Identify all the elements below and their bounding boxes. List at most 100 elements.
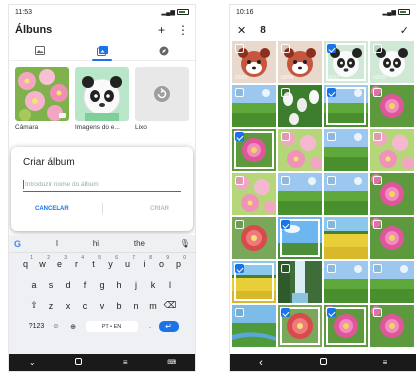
enter-key[interactable]: ↵ bbox=[158, 321, 179, 332]
key-f[interactable]: f bbox=[77, 280, 94, 290]
key-a[interactable]: a bbox=[26, 280, 43, 290]
key-z[interactable]: z bbox=[43, 301, 60, 311]
checkbox-icon[interactable] bbox=[327, 264, 336, 273]
more-options-button[interactable]: ⋮ bbox=[177, 23, 189, 37]
checkbox-icon[interactable] bbox=[327, 220, 336, 229]
checkbox-icon[interactable] bbox=[373, 220, 382, 229]
suggestion-2[interactable]: hi bbox=[93, 239, 99, 248]
photo-thumbnail[interactable] bbox=[278, 173, 322, 215]
album-camera[interactable]: Câmara bbox=[15, 67, 69, 131]
checkbox-icon[interactable] bbox=[373, 44, 382, 53]
checked-checkbox-icon[interactable] bbox=[235, 264, 244, 273]
checkbox-icon[interactable] bbox=[373, 308, 382, 317]
symbols-key[interactable]: ?123 bbox=[26, 323, 48, 330]
key-special[interactable]: ⌫ bbox=[162, 300, 179, 311]
photo-thumbnail[interactable] bbox=[232, 173, 276, 215]
photo-thumbnail[interactable] bbox=[370, 217, 414, 259]
checkbox-icon[interactable] bbox=[235, 88, 244, 97]
checked-checkbox-icon[interactable] bbox=[327, 44, 336, 53]
checkbox-icon[interactable] bbox=[235, 176, 244, 185]
key-w[interactable]: w2 bbox=[34, 255, 51, 269]
checked-checkbox-icon[interactable] bbox=[235, 132, 244, 141]
checkbox-icon[interactable] bbox=[373, 264, 382, 273]
checkbox-icon[interactable] bbox=[281, 88, 290, 97]
key-j[interactable]: j bbox=[128, 280, 145, 290]
checkbox-icon[interactable] bbox=[373, 88, 382, 97]
checkbox-icon[interactable] bbox=[235, 308, 244, 317]
close-button[interactable]: ✕ bbox=[237, 24, 246, 37]
checkbox-icon[interactable] bbox=[281, 176, 290, 185]
album-trash[interactable]: Lixo bbox=[135, 67, 189, 131]
album-images[interactable]: Imagens do e... bbox=[75, 67, 129, 131]
suggestion-3[interactable]: the bbox=[134, 239, 145, 248]
home-button[interactable] bbox=[313, 358, 333, 367]
checked-checkbox-icon[interactable] bbox=[281, 308, 290, 317]
key-n[interactable]: n bbox=[128, 301, 145, 311]
photo-thumbnail[interactable] bbox=[232, 85, 276, 127]
period-key[interactable]: . bbox=[142, 323, 159, 330]
key-t[interactable]: t5 bbox=[85, 255, 102, 269]
key-k[interactable]: k bbox=[145, 280, 162, 290]
key-o[interactable]: o9 bbox=[153, 255, 170, 269]
checked-checkbox-icon[interactable] bbox=[281, 220, 290, 229]
suggestion-1[interactable]: I bbox=[56, 239, 58, 248]
photo-thumbnail[interactable] bbox=[370, 85, 414, 127]
photo-thumbnail[interactable] bbox=[324, 173, 368, 215]
key-v[interactable]: v bbox=[94, 301, 111, 311]
photo-thumbnail[interactable] bbox=[324, 85, 368, 127]
photo-thumbnail[interactable] bbox=[278, 217, 322, 259]
key-c[interactable]: c bbox=[77, 301, 94, 311]
key-u[interactable]: u7 bbox=[119, 255, 136, 269]
space-key[interactable]: PT • EN bbox=[85, 321, 138, 332]
key-r[interactable]: r4 bbox=[68, 255, 85, 269]
photo-thumbnail[interactable] bbox=[278, 85, 322, 127]
back-button[interactable]: ⌄ bbox=[22, 358, 42, 367]
cancel-button[interactable]: CANCELAR bbox=[35, 206, 69, 212]
checked-checkbox-icon[interactable] bbox=[327, 88, 336, 97]
keyboard-switch-button[interactable]: ⌨ bbox=[162, 359, 182, 366]
recents-button[interactable]: ≡ bbox=[375, 358, 395, 367]
key-s[interactable]: s bbox=[43, 280, 60, 290]
key-b[interactable]: b bbox=[111, 301, 128, 311]
checkbox-icon[interactable] bbox=[281, 44, 290, 53]
key-q[interactable]: q1 bbox=[17, 255, 34, 269]
add-album-button[interactable]: + bbox=[158, 23, 165, 37]
confirm-button[interactable]: ✓ bbox=[400, 24, 409, 37]
checkbox-icon[interactable] bbox=[373, 176, 382, 185]
checkbox-icon[interactable] bbox=[281, 132, 290, 141]
key-h[interactable]: h bbox=[111, 280, 128, 290]
photo-thumbnail[interactable] bbox=[232, 261, 276, 303]
checkbox-icon[interactable] bbox=[327, 132, 336, 141]
photo-thumbnail[interactable] bbox=[232, 305, 276, 347]
key-special[interactable]: ⇧ bbox=[26, 300, 43, 311]
checkbox-icon[interactable] bbox=[235, 220, 244, 229]
tab-photos[interactable] bbox=[20, 42, 60, 60]
key-m[interactable]: m bbox=[145, 301, 162, 311]
emoji-key[interactable]: ☺ bbox=[48, 323, 65, 330]
photo-thumbnail[interactable] bbox=[370, 261, 414, 303]
key-l[interactable]: l bbox=[162, 280, 179, 290]
globe-key[interactable]: ⊕ bbox=[65, 323, 82, 331]
album-name-input[interactable]: Introduzir nome do álbum bbox=[23, 178, 181, 192]
photo-thumbnail[interactable] bbox=[324, 129, 368, 171]
photo-thumbnail[interactable] bbox=[232, 129, 276, 171]
photo-thumbnail[interactable] bbox=[370, 173, 414, 215]
key-p[interactable]: p0 bbox=[170, 255, 187, 269]
tab-explore[interactable] bbox=[144, 42, 184, 60]
photo-thumbnail[interactable]: 03/29 bbox=[370, 41, 414, 83]
microphone-icon[interactable]: 🎙 bbox=[180, 239, 190, 248]
home-button[interactable] bbox=[69, 358, 89, 367]
key-g[interactable]: g bbox=[94, 280, 111, 290]
key-x[interactable]: x bbox=[60, 301, 77, 311]
checkbox-icon[interactable] bbox=[235, 44, 244, 53]
photo-thumbnail[interactable] bbox=[324, 305, 368, 347]
key-e[interactable]: e3 bbox=[51, 255, 68, 269]
recents-button[interactable]: ≡ bbox=[115, 358, 135, 367]
photo-thumbnail[interactable] bbox=[232, 217, 276, 259]
photo-thumbnail[interactable] bbox=[370, 129, 414, 171]
checked-checkbox-icon[interactable] bbox=[327, 308, 336, 317]
photo-thumbnail[interactable] bbox=[278, 261, 322, 303]
checkbox-icon[interactable] bbox=[281, 264, 290, 273]
checkbox-icon[interactable] bbox=[373, 132, 382, 141]
photo-thumbnail[interactable] bbox=[324, 261, 368, 303]
